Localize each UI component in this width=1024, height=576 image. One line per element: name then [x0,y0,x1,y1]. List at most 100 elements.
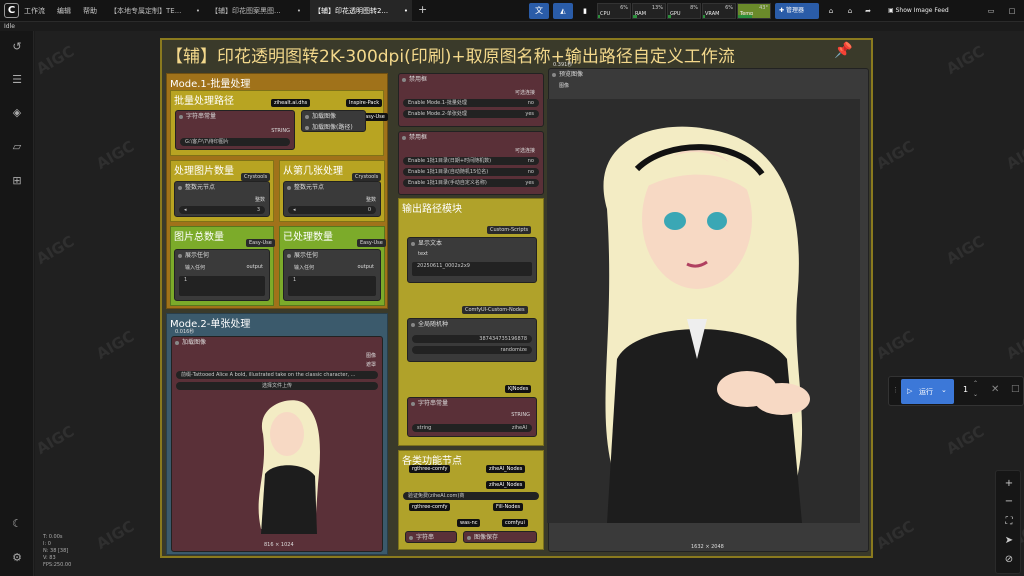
integer-node[interactable]: 整数元节点 整数 ◂ 3 [174,181,270,217]
node-title: 字符串常量 [408,398,536,409]
save-image-node[interactable]: 图像保存 [463,531,537,543]
text-area[interactable]: 20250611_0002x2x9 [412,262,532,276]
functions-group[interactable]: 各类功能节点 rgthree-comfy ziheAI_Nodes ziheAI… [398,450,544,550]
tab-dot-icon[interactable]: • [297,0,301,22]
text-area[interactable]: 1 [179,276,265,296]
theme-moon-icon[interactable]: ☾ [10,517,24,531]
clear-icon[interactable]: ⌂ [844,3,856,19]
input-label: 输入任何 [185,265,206,271]
chevron-down-icon[interactable]: ⌄ [941,386,947,394]
control-after-generate[interactable]: randomize [412,346,532,354]
text-value: 1 [184,277,188,283]
load-images-node[interactable]: 加载图像 加载图像(路径) [301,110,366,132]
total-group[interactable]: 图片总数量 Easy-Use 展示任何 输入任何 output 1 [170,226,275,306]
string-input[interactable]: G:\客户\7\待印图片 [180,138,290,146]
node-title: 禁用框 [399,74,543,85]
menu-edit[interactable]: 编辑 [57,6,71,16]
mode1-title: Mode.1-批量处理 [170,79,251,90]
done-group[interactable]: 已处理数量 Easy-Use 展示任何 输入任何 output 1 [279,226,386,306]
string-short-node[interactable]: 字符串 [405,531,457,543]
toggle-links-icon[interactable]: ⊘ [996,551,1022,569]
batch-path-group[interactable]: 批量处理路径 zihealt.ai.dhs Inspire-Pack Easy-… [170,90,388,156]
share-icon[interactable]: ➦ [862,3,874,19]
string-value: G:\客户\7\待印图片 [185,139,229,145]
drag-handle-icon[interactable]: ⋮ [892,386,899,394]
verify-node[interactable]: 验证免费(ziheAI.com)商 [403,492,539,500]
string-node-2[interactable]: 字符串常量 STRING string ziheAI [407,397,537,437]
batch-count-input[interactable]: 1 [963,385,968,394]
stop-icon[interactable]: □ [1011,384,1020,394]
meter-fill [738,15,752,18]
watermark: AIGC [873,517,918,553]
node-title: 全局随机种 [408,319,536,330]
tag: Crystools [241,173,271,181]
manager-button[interactable]: ✚ 管理器 [775,3,819,19]
int-input[interactable]: ◂ 0 [288,206,376,214]
int-input[interactable]: ◂ 3 [179,206,265,214]
zoom-out-icon[interactable]: − [996,493,1022,511]
seed-input[interactable]: 387434735196878 [412,335,532,343]
show-any-node[interactable]: 展示任何 输入任何 output 1 [174,249,270,301]
pin-icon[interactable]: 📌 [834,41,853,59]
queue-list-icon[interactable]: ☰ [10,73,24,87]
menu-workflow[interactable]: 工作流 [24,6,45,16]
show-any-node[interactable]: 展示任何 输入任何 output 1 [283,249,381,301]
stepper-down-icon[interactable]: ⌄ [973,391,978,398]
toggle-row[interactable]: Enable Mode.1-批量处理 no [403,99,539,107]
fullscreen-icon[interactable]: □ [1006,3,1018,19]
small-preview-art [243,394,331,534]
menu-help[interactable]: 帮助 [83,6,97,16]
tag: rgthree-comfy [409,503,451,511]
workflow-tree-icon[interactable]: ⊞ [10,174,24,188]
disable-box-1[interactable]: 禁用框 可选连接 Enable Mode.1-批量处理 no Enable Mod… [398,73,544,127]
upload-button[interactable]: 选择文件上传 [176,382,378,390]
tab-2[interactable]: 【辅】印花图案黑图... • [207,0,305,22]
folder-icon[interactable]: ▱ [10,140,24,154]
image-file-select[interactable]: 前缀-Tattooed Alice A bold, illustrated ta… [176,371,378,379]
fit-view-icon[interactable]: ⛶ [996,513,1022,531]
node-library-cube-icon[interactable]: ◈ [10,106,24,120]
show-image-feed-button[interactable]: ▣ Show Image Feed [888,3,976,19]
stepper-up-icon[interactable]: ⌃ [973,380,978,387]
clean-icon[interactable]: ⌂ [825,3,837,19]
image-dimensions: 1632 × 2048 [691,544,724,550]
zoom-in-icon[interactable]: + [996,475,1022,493]
translate-icon[interactable]: 文 [529,3,549,19]
history-icon[interactable]: ↺ [10,40,24,54]
string-node[interactable]: 字符串常量 STRING G:\客户\7\待印图片 [175,110,295,150]
integer-node[interactable]: 整数元节点 整数 ◂ 0 [283,181,381,217]
tab-1[interactable]: 【本地专属定制】TE... • [106,0,204,22]
panel-toggle-icon[interactable]: ▭ [985,3,997,19]
meter-percent: 6% [725,5,733,11]
output-path-group[interactable]: 输出路径模块 Custom-Scripts 显示文本 text 20250611… [398,198,544,446]
tab-3-active[interactable]: 【辅】印花透明图转2... • [310,0,412,22]
toggle-row[interactable]: Enable Mode.2-单张处理 yes [403,110,539,118]
text-area[interactable]: 1 [288,276,376,296]
new-tab-plus-icon[interactable]: + [418,3,427,16]
toggle-row[interactable]: Enable 1批1目录(日期+时间随机数) no [403,157,539,165]
graph-canvas[interactable]: AIGC AIGC AIGC AIGC AIGC AIGC AIGC AIGC AIGC AIGC… [35,31,1024,576]
proc-count-group[interactable]: 处理图片数量 Crystools 整数元节点 整数 ◂ 3 [170,160,274,222]
pointer-icon[interactable]: ➤ [996,532,1022,550]
show-text-node[interactable]: 显示文本 text 20250611_0002x2x9 [407,237,537,283]
upload-label: 选择文件上传 [261,383,292,389]
watermark: AIGC [93,517,138,553]
run-button[interactable]: ▷ 运行 ⌄ [901,379,954,404]
settings-gear-icon[interactable]: ⚙ [10,551,24,565]
bookmark-icon[interactable]: ▮ [579,3,591,19]
graph-icon[interactable]: ◭ [553,3,573,19]
toggle-row[interactable]: Enable 1批1目录(手动自定义名称) yes [403,179,539,187]
mode1-group[interactable]: Mode.1-批量处理 批量处理路径 zihealt.ai.dhs Inspir… [166,73,388,309]
seed-node[interactable]: 全局随机种 387434735196878 randomize [407,318,537,362]
tag: ziheAI_Nodes [486,481,526,489]
disable-box-2[interactable]: 禁用框 可选连接 Enable 1批1目录(日期+时间随机数) no Enable… [398,131,544,195]
toggle-row[interactable]: Enable 1批1目录(自动随机15位名) no [403,168,539,176]
string-input[interactable]: string ziheAI [412,424,532,432]
close-icon[interactable]: ✕ [991,384,999,395]
tab-dot-icon[interactable]: • [404,0,408,22]
image-dimensions: 816 × 1024 [264,542,294,548]
watermark: AIGC [943,42,988,78]
start-from-group[interactable]: 从第几张处理 Crystools 整数元节点 整数 ◂ 0 [279,160,385,222]
tab-dot-icon[interactable]: • [196,0,200,22]
app-logo-icon[interactable]: C [4,3,19,18]
